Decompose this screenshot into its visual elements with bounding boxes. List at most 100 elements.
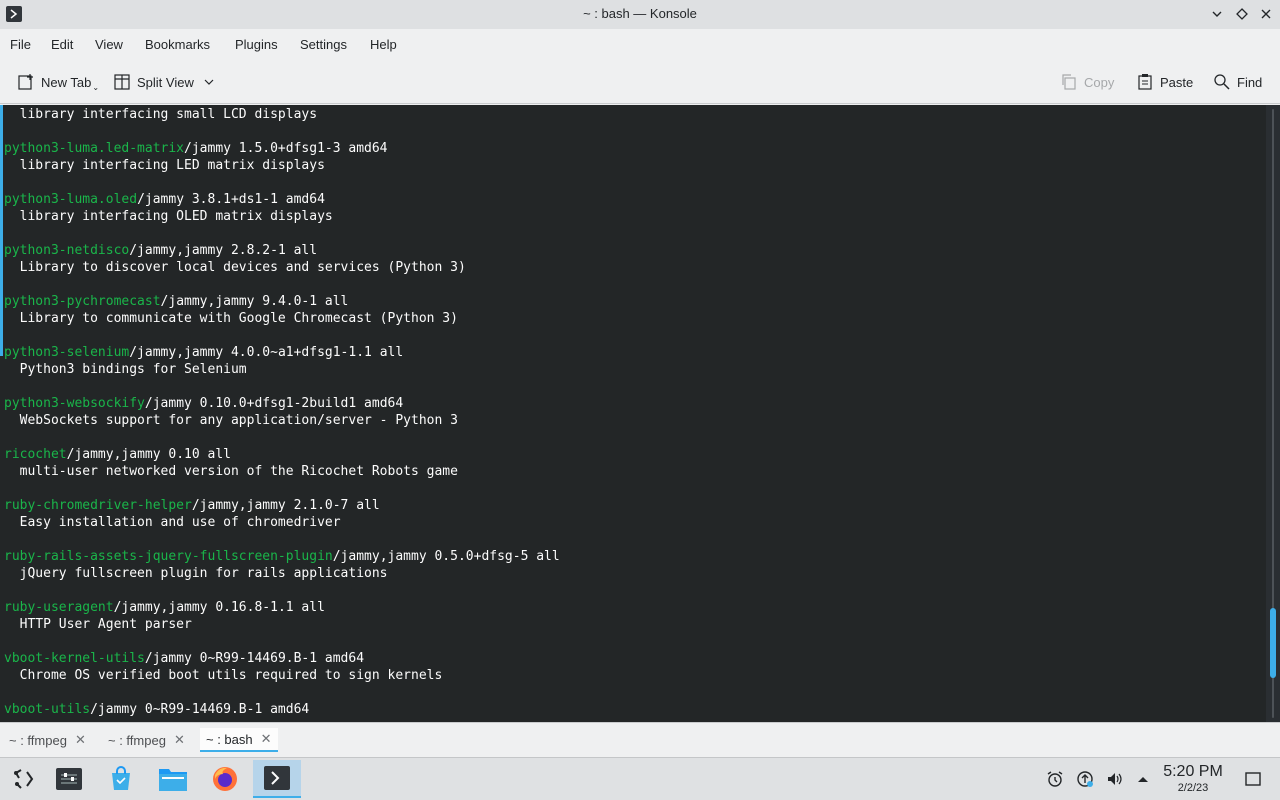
new-tab-icon bbox=[18, 74, 33, 90]
terminal-line: library interfacing small LCD displays bbox=[4, 106, 560, 123]
line-text: /jammy,jammy 4.0.0~a1+dfsg1-1.1 all bbox=[129, 345, 404, 360]
line-text: library interfacing small LCD displays bbox=[4, 107, 318, 122]
new-tab-dropdown-icon[interactable]: ⌄ bbox=[92, 83, 99, 92]
split-view-button[interactable]: Split View bbox=[113, 69, 220, 95]
menu-view[interactable]: View bbox=[95, 37, 123, 52]
alarm-clock-icon[interactable] bbox=[1045, 769, 1065, 789]
tab-label: ~ : ffmpeg bbox=[9, 732, 67, 748]
terminal-line: library interfacing LED matrix displays bbox=[4, 157, 560, 174]
copy-label: Copy bbox=[1084, 74, 1115, 90]
menu-help[interactable]: Help bbox=[370, 37, 397, 52]
package-name: vboot-utils bbox=[4, 702, 91, 717]
volume-icon[interactable] bbox=[1105, 769, 1125, 789]
terminal-line: Python3 bindings for Selenium bbox=[4, 361, 560, 378]
line-text: jQuery fullscreen plugin for rails appli… bbox=[4, 566, 388, 581]
line-text: /jammy,jammy 2.8.2-1 all bbox=[129, 243, 318, 258]
find-button[interactable]: Find bbox=[1213, 69, 1262, 95]
terminal-line: ruby-rails-assets-jquery-fullscreen-plug… bbox=[4, 548, 560, 565]
close-icon[interactable] bbox=[1257, 5, 1275, 23]
line-text: WebSockets support for any application/s… bbox=[4, 413, 458, 428]
firefox-icon[interactable] bbox=[201, 760, 249, 798]
update-notifier-icon[interactable] bbox=[1075, 769, 1095, 789]
paste-label: Paste bbox=[1160, 74, 1194, 90]
konsole-icon[interactable] bbox=[253, 760, 301, 798]
line-text: /jammy 0.10.0+dfsg1-2build1 amd64 bbox=[144, 396, 404, 411]
terminal-scrollbar[interactable] bbox=[1266, 105, 1280, 722]
terminal-view[interactable]: library interfacing small LCD displays py… bbox=[0, 105, 1280, 722]
line-text: /jammy 0~R99-14469.B-1 amd64 bbox=[144, 651, 365, 666]
line-text: /jammy,jammy 0.16.8-1.1 all bbox=[113, 600, 325, 615]
show-desktop-icon[interactable] bbox=[1243, 769, 1263, 789]
new-tab-label: New Tab bbox=[41, 74, 92, 90]
system-tray-expand-icon[interactable] bbox=[1133, 769, 1153, 789]
clock-date[interactable]: 2/2/23 bbox=[1160, 782, 1226, 794]
discover-store-icon[interactable] bbox=[97, 760, 145, 798]
new-tab-button[interactable]: New Tab ⌄ bbox=[17, 69, 99, 95]
system-settings-icon[interactable] bbox=[45, 760, 93, 798]
terminal-line: python3-websockify/jammy 0.10.0+dfsg1-2b… bbox=[4, 395, 560, 412]
terminal-line: vboot-utils/jammy 0~R99-14469.B-1 amd64 bbox=[4, 701, 560, 718]
package-name: python3-luma.led-matrix bbox=[4, 141, 185, 156]
paste-button[interactable]: Paste bbox=[1136, 69, 1193, 95]
menu-file[interactable]: File bbox=[10, 37, 31, 52]
konsole-window: ~ : bash — Konsole File Edit View Bookma… bbox=[0, 0, 1280, 757]
line-text: /jammy 0~R99-14469.B-1 amd64 bbox=[90, 702, 310, 717]
scrollbar-thumb[interactable] bbox=[1270, 608, 1276, 678]
package-name: ruby-rails-assets-jquery-fullscreen-plug… bbox=[4, 549, 333, 564]
line-text: Python3 bindings for Selenium bbox=[4, 362, 247, 377]
line-text: HTTP User Agent parser bbox=[4, 617, 192, 632]
package-name: python3-selenium bbox=[4, 345, 130, 360]
close-tab-icon[interactable]: ✕ bbox=[174, 732, 185, 748]
line-text: /jammy 1.5.0+dfsg1-3 amd64 bbox=[184, 141, 388, 156]
clock-time[interactable]: 5:20 PM bbox=[1160, 763, 1226, 781]
file-manager-icon[interactable] bbox=[149, 760, 197, 798]
package-name: python3-pychromecast bbox=[4, 294, 161, 309]
chevron-down-icon[interactable] bbox=[204, 77, 214, 87]
line-text: multi-user networked version of the Rico… bbox=[4, 464, 458, 479]
package-name: ricochet bbox=[4, 447, 67, 462]
tab-label: ~ : ffmpeg bbox=[108, 732, 166, 748]
menu-bookmarks[interactable]: Bookmarks bbox=[145, 37, 210, 52]
terminal-line: Library to communicate with Google Chrom… bbox=[4, 310, 560, 327]
menu-edit[interactable]: Edit bbox=[51, 37, 73, 52]
package-name: python3-websockify bbox=[4, 396, 145, 411]
line-text: /jammy,jammy 0.5.0+dfsg-5 all bbox=[332, 549, 560, 564]
terminal-line: vboot-kernel-utils/jammy 0~R99-14469.B-1… bbox=[4, 650, 560, 667]
tab-ffmpeg-2[interactable]: ~ : ffmpeg ✕ bbox=[102, 728, 191, 752]
selection-marker bbox=[0, 105, 3, 356]
tab-bash[interactable]: ~ : bash ✕ bbox=[200, 728, 278, 752]
application-launcher-icon[interactable] bbox=[0, 760, 48, 798]
terminal-line: python3-pychromecast/jammy,jammy 9.4.0-1… bbox=[4, 293, 560, 310]
terminal-line: Library to discover local devices and se… bbox=[4, 259, 560, 276]
close-tab-icon[interactable]: ✕ bbox=[261, 731, 272, 747]
terminal-line: python3-luma.oled/jammy 3.8.1+ds1-1 amd6… bbox=[4, 191, 560, 208]
menu-bar: File Edit View Bookmarks Plugins Setting… bbox=[0, 29, 1280, 59]
close-tab-icon[interactable]: ✕ bbox=[75, 732, 86, 748]
terminal-line: Easy installation and use of chromedrive… bbox=[4, 514, 560, 531]
terminal-line: ruby-useragent/jammy,jammy 0.16.8-1.1 al… bbox=[4, 599, 560, 616]
split-view-icon bbox=[114, 74, 130, 90]
package-name: ruby-useragent bbox=[4, 600, 114, 615]
copy-button[interactable]: Copy bbox=[1060, 69, 1114, 95]
line-text: Library to discover local devices and se… bbox=[4, 260, 466, 275]
minimize-icon[interactable] bbox=[1208, 5, 1226, 23]
terminal-line: library interfacing OLED matrix displays bbox=[4, 208, 560, 225]
title-bar[interactable]: ~ : bash — Konsole bbox=[0, 0, 1280, 29]
split-view-label: Split View bbox=[137, 74, 194, 90]
line-text: /jammy,jammy 0.10 all bbox=[66, 447, 231, 462]
tab-ffmpeg-1[interactable]: ~ : ffmpeg ✕ bbox=[3, 728, 92, 752]
menu-plugins[interactable]: Plugins bbox=[235, 37, 278, 52]
terminal-output[interactable]: library interfacing small LCD displays py… bbox=[4, 106, 560, 718]
menu-settings[interactable]: Settings bbox=[300, 37, 347, 52]
line-text: library interfacing LED matrix displays bbox=[4, 158, 325, 173]
line-text: library interfacing OLED matrix displays bbox=[4, 209, 333, 224]
maximize-icon[interactable] bbox=[1233, 5, 1251, 23]
